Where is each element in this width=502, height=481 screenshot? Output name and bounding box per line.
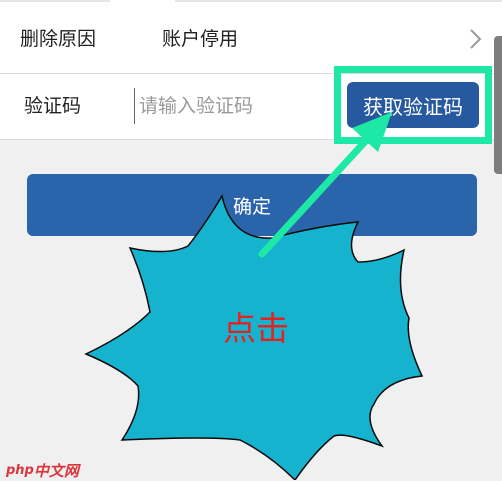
top-edge-line — [175, 0, 502, 2]
burst-label: 点击 — [223, 309, 289, 348]
verification-label: 验证码 — [24, 95, 82, 117]
top-edge-line — [0, 0, 110, 2]
delete-reason-label: 删除原因 — [20, 28, 97, 50]
delete-reason-value[interactable]: 账户停用 — [162, 30, 238, 49]
scrollbar-thumb[interactable] — [494, 36, 502, 174]
watermark-brand-right: 中文网 — [33, 462, 79, 480]
highlight-box — [334, 66, 492, 144]
watermark-brand-left: php — [6, 463, 34, 478]
verification-code-input[interactable] — [134, 88, 324, 124]
confirm-button[interactable]: 确定 — [27, 174, 477, 236]
chevron-right-icon[interactable] — [465, 28, 487, 50]
watermark: php 中文网 — [6, 460, 79, 481]
